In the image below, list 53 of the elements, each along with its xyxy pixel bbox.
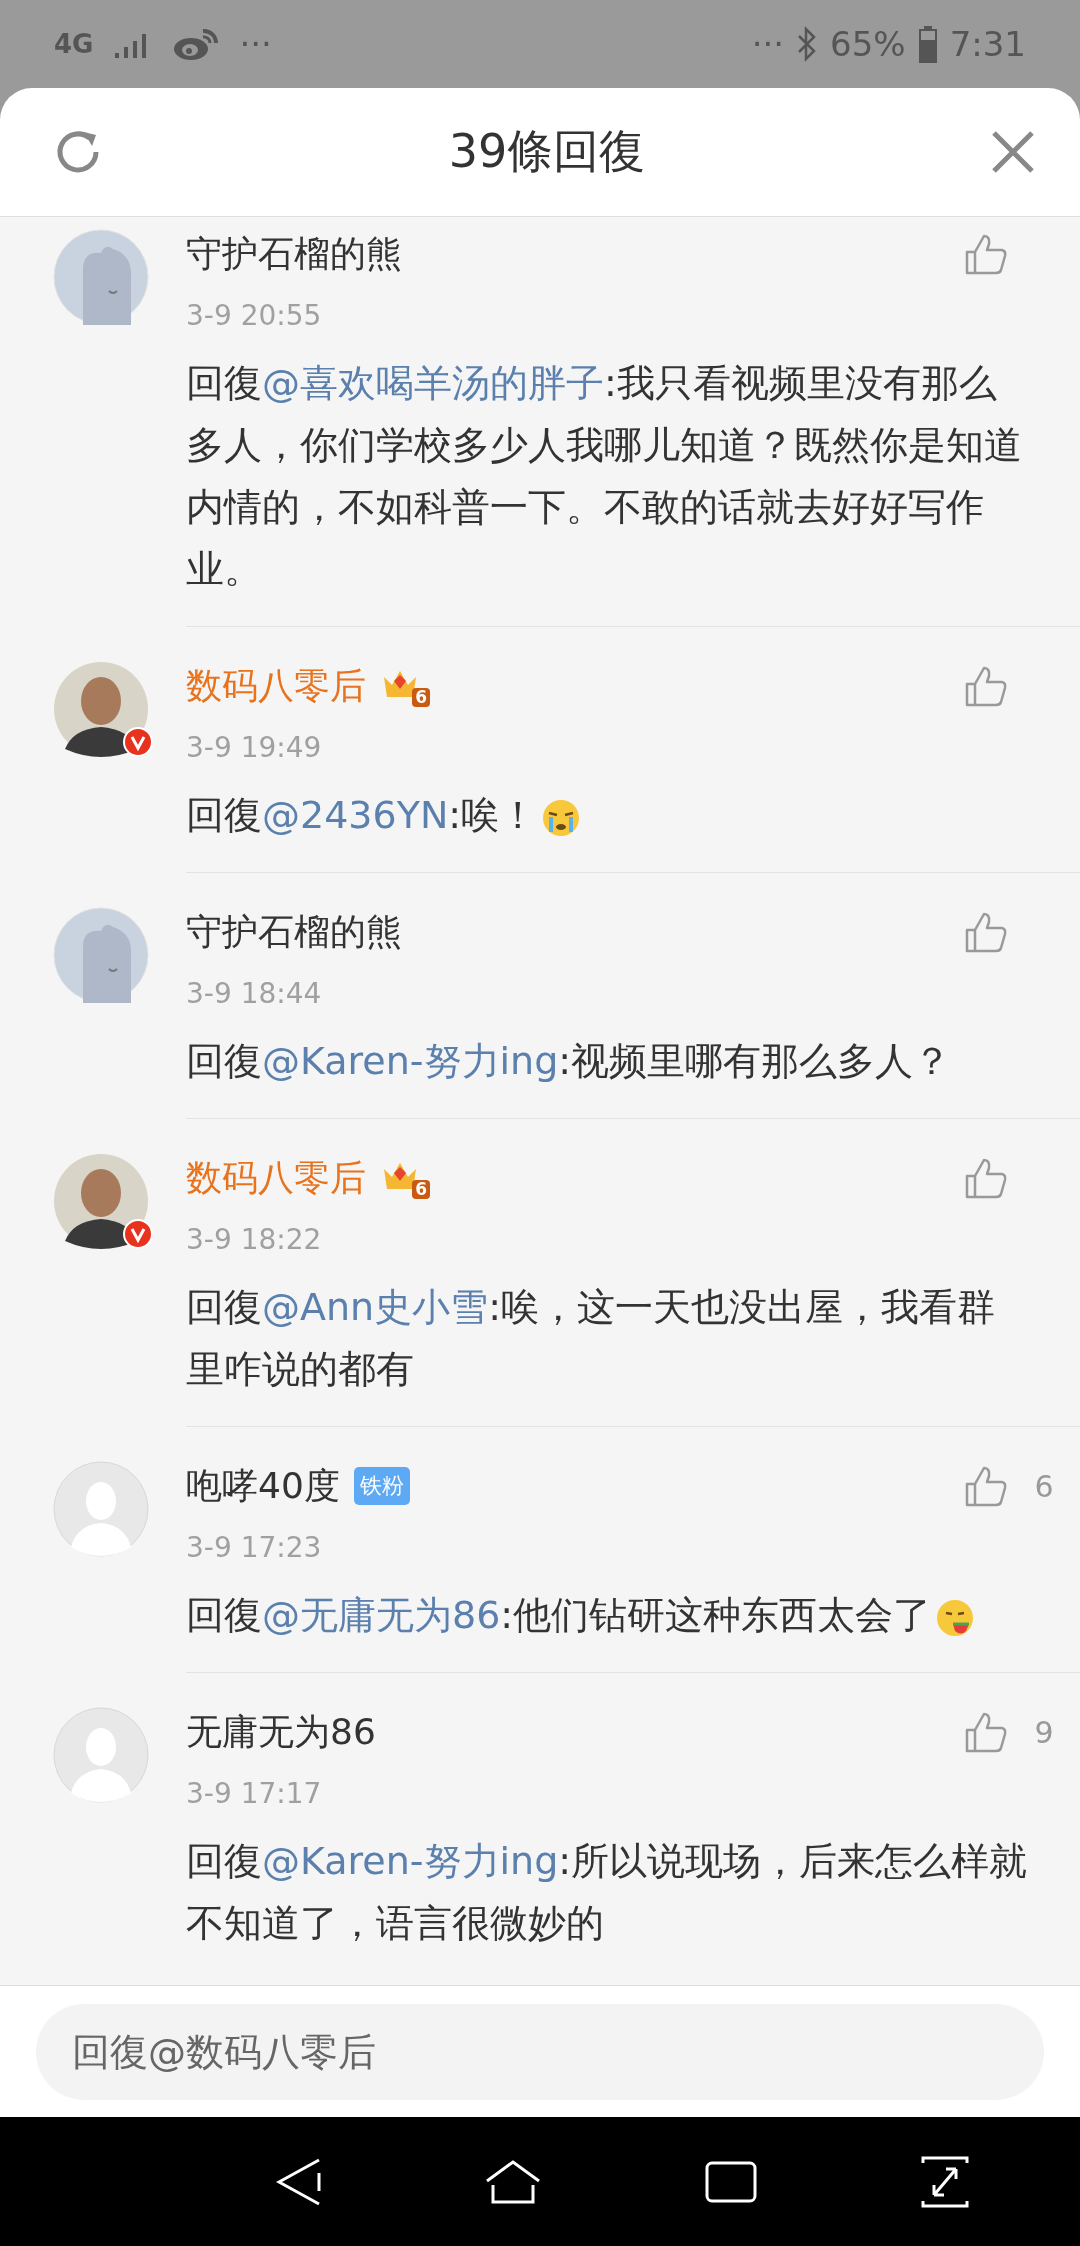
reply-input[interactable]: 回復@数码八零后 <box>36 2004 1044 2100</box>
like-count: 9 <box>1033 1714 1055 1750</box>
thumbs-up-icon[interactable] <box>964 910 1008 954</box>
comment-time: 3-9 17:17 <box>186 1776 323 1812</box>
network-indicator: 4G <box>54 29 94 59</box>
eye-logo-icon <box>173 27 220 61</box>
expand-icon[interactable] <box>920 2154 970 2209</box>
mention-link[interactable]: @Karen-努力ing <box>262 1839 559 1883</box>
comment-time: 3-9 18:44 <box>186 976 323 1012</box>
battery-percent: 65% <box>830 24 906 64</box>
mention-link[interactable]: @喜欢喝羊汤的胖子 <box>262 361 604 405</box>
smiley-eating-icon <box>935 1597 976 1638</box>
home-icon[interactable] <box>484 2158 542 2205</box>
thumbs-up-icon[interactable] <box>964 1156 1008 1200</box>
comment-text: 回復@2436YN:唉！ <box>186 784 1080 846</box>
mention-link[interactable]: @无庸无为86 <box>262 1593 501 1637</box>
header-title: 39條回復 <box>447 123 647 180</box>
mention-link[interactable]: @2436YN <box>262 793 449 837</box>
comment-text: 回復@无庸无为86:他们钻研这种东西太会了 <box>186 1584 1080 1646</box>
mention-link[interactable]: @Karen-努力ing <box>262 1039 559 1083</box>
user-name[interactable]: 守护石榴的熊 <box>186 229 402 279</box>
user-name[interactable]: 数码八零后 <box>186 1153 366 1203</box>
more-indicator: ··· <box>239 24 272 64</box>
avatar[interactable] <box>53 1153 149 1249</box>
comment-time: 3-9 17:23 <box>186 1530 323 1566</box>
like-count: 6 <box>1033 1468 1055 1504</box>
user-name[interactable]: 数码八零后 <box>186 661 366 711</box>
close-icon[interactable] <box>990 129 1036 175</box>
fan-badge: 铁粉 <box>353 1467 410 1505</box>
thumbs-up-icon[interactable] <box>964 1464 1008 1508</box>
comment-text: 回復@Karen-努力ing:视频里哪有那么多人？ <box>186 1038 953 1085</box>
comment-time: 3-9 18:22 <box>186 1222 323 1258</box>
comment-time: 3-9 20:55 <box>186 298 323 334</box>
mention-link[interactable]: @Ann史小雪 <box>262 1285 489 1329</box>
avatar[interactable] <box>53 661 149 757</box>
user-name[interactable]: 无庸无为86 <box>186 1707 376 1757</box>
comment-time: 3-9 19:49 <box>186 730 323 766</box>
crown-badge: 6 <box>380 665 430 707</box>
back-icon[interactable] <box>276 2156 322 2207</box>
recent-apps-icon[interactable] <box>704 2159 758 2204</box>
comment-text: 回復@喜欢喝羊汤的胖子:我只看视频里没有那么多人，你们学校多少人我哪儿知道？既然你是知道内情的，不如科普一下。不敢的话就去好好写作业。 <box>186 360 1023 593</box>
clock: 7:31 <box>949 24 1026 64</box>
user-name[interactable]: 守护石榴的熊 <box>186 907 402 957</box>
crown-badge: 6 <box>380 1157 430 1199</box>
user-name[interactable]: 咆哮40度 <box>186 1461 340 1511</box>
thumbs-up-icon[interactable] <box>964 1710 1008 1754</box>
thumbs-up-icon[interactable] <box>964 232 1008 276</box>
battery-icon <box>917 25 938 63</box>
comment-text: 回復@Ann史小雪:唉，这一天也没出屋，我看群里咋说的都有 <box>186 1284 996 1393</box>
crying-face-icon <box>541 797 582 838</box>
comment-text: 回復@Karen-努力ing:所以说现场，后来怎么样就不知道了，语言很微妙的 <box>186 1838 1029 1947</box>
more-indicator: ··· <box>751 24 785 64</box>
thumbs-up-icon[interactable] <box>964 664 1008 708</box>
